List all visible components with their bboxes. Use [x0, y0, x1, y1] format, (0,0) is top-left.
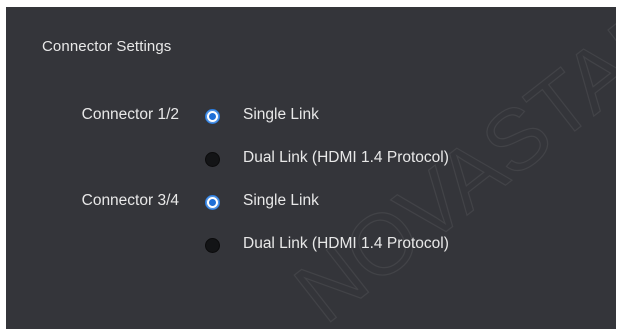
connector-settings-panel: Connector Settings Connector 1/2 Single …: [6, 7, 616, 329]
connector-1-2-dual-link-label[interactable]: Dual Link (HDMI 1.4 Protocol): [243, 149, 449, 167]
connector-1-2-dual-link-radio[interactable]: [205, 152, 220, 167]
connector-3-4-dual-link-radio[interactable]: [205, 238, 220, 253]
panel-title: Connector Settings: [42, 38, 172, 55]
connector-1-2-single-link-radio[interactable]: [205, 109, 220, 124]
connector-1-2-single-link-label[interactable]: Single Link: [243, 106, 319, 124]
connector-3-4-label: Connector 3/4: [81, 192, 179, 209]
connector-3-4-single-link-label[interactable]: Single Link: [243, 192, 319, 210]
connector-3-4-single-link-radio[interactable]: [205, 195, 220, 210]
connector-3-4-dual-link-label[interactable]: Dual Link (HDMI 1.4 Protocol): [243, 235, 449, 253]
connector-1-2-label: Connector 1/2: [81, 106, 179, 123]
